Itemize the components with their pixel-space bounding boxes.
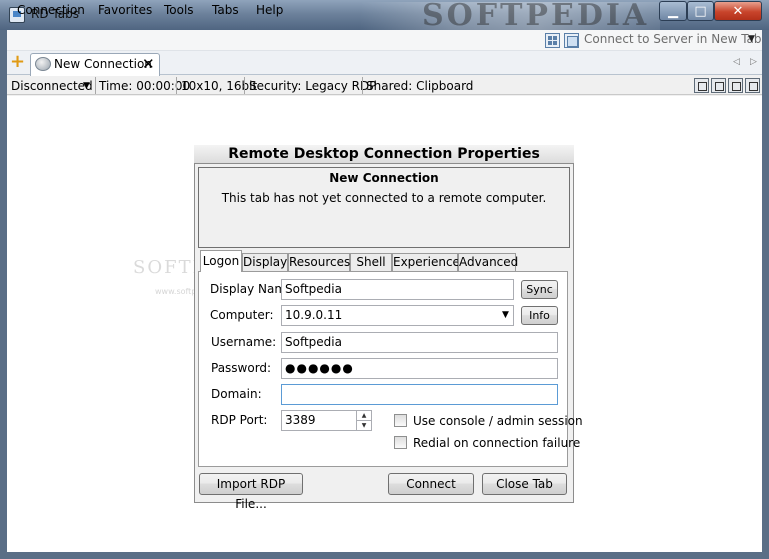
single-view-icon[interactable]	[564, 33, 579, 48]
divider	[95, 77, 96, 94]
close-window-button[interactable]: ✕	[714, 1, 762, 21]
password-field[interactable]: ●●●●●●	[281, 358, 558, 379]
sync-button[interactable]: Sync	[521, 280, 558, 299]
maximize-button[interactable]: □	[687, 1, 714, 21]
display-name-field[interactable]: Softpedia	[281, 279, 514, 300]
divider	[362, 77, 363, 94]
password-label: Password:	[211, 361, 272, 375]
spin-down-icon[interactable]: ▼	[356, 420, 371, 430]
info-title: New Connection	[329, 171, 439, 185]
refresh-icon[interactable]	[728, 78, 743, 93]
tab-logon[interactable]: Logon	[200, 250, 242, 272]
close-tab-button[interactable]: Close Tab	[482, 473, 567, 495]
security-info: Security: Legacy RDP	[249, 79, 377, 93]
close-icon[interactable]: ✕	[142, 55, 155, 73]
chevron-down-icon[interactable]: ▼	[83, 81, 90, 91]
menu-favorites[interactable]: Favorites	[98, 3, 152, 17]
info-message: This tab has not yet connected to a remo…	[221, 191, 547, 205]
connect-server-combo[interactable]: Connect to Server in New Tab	[582, 32, 762, 50]
chevron-down-icon[interactable]: ▼	[502, 310, 509, 320]
menu-tools[interactable]: Tools	[164, 3, 194, 17]
scroll-left-icon[interactable]: ◁	[733, 57, 740, 67]
redial-label: Redial on connection failure	[413, 436, 581, 450]
menu-tabs[interactable]: Tabs	[212, 3, 239, 17]
tab-advanced[interactable]: Advanced	[458, 253, 518, 271]
disconnect-icon[interactable]	[745, 78, 760, 93]
domain-field[interactable]	[281, 384, 558, 405]
computer-combo[interactable]: 10.9.0.11	[281, 305, 514, 326]
connect-button[interactable]: Connect	[388, 473, 474, 495]
dialog-title: Remote Desktop Connection Properties	[194, 145, 574, 164]
shared-info: Shared: Clipboard	[366, 79, 474, 93]
username-field[interactable]: Softpedia	[281, 332, 558, 353]
globe-icon	[35, 57, 51, 71]
connection-state-dropdown[interactable]: Disconnected	[11, 79, 93, 93]
scroll-right-icon[interactable]: ▷	[750, 57, 757, 67]
new-tab-button[interactable]: +	[9, 53, 26, 71]
title-watermark: SOFTPEDIA	[422, 0, 650, 33]
info-button[interactable]: Info	[521, 306, 558, 325]
tab-label: New Connection	[54, 57, 152, 71]
username-label: Username:	[211, 335, 277, 349]
fullscreen-icon[interactable]	[694, 78, 709, 93]
tab-display[interactable]: Display	[242, 253, 288, 271]
redial-checkbox[interactable]	[394, 436, 407, 449]
import-rdp-button[interactable]: Import RDP File...	[199, 473, 303, 511]
menu-connection[interactable]: Connection	[17, 3, 85, 17]
spin-up-icon[interactable]: ▲	[356, 411, 371, 420]
computer-label: Computer:	[210, 308, 274, 322]
chevron-down-icon[interactable]: ▼	[748, 34, 755, 44]
rdp-port-label: RDP Port:	[211, 413, 268, 427]
tab-new-connection[interactable]: New Connection ✕	[30, 53, 160, 76]
tab-resources[interactable]: Resources	[288, 253, 350, 271]
console-session-checkbox[interactable]	[394, 414, 407, 427]
minimize-button[interactable]: ▁	[659, 1, 687, 21]
divider	[244, 77, 245, 94]
tab-shell[interactable]: Shell	[350, 253, 392, 271]
domain-label: Domain:	[211, 387, 262, 401]
console-session-label: Use console / admin session	[413, 414, 583, 428]
divider	[176, 77, 177, 94]
resolution-info: 10x10, 16bit	[181, 79, 258, 93]
menu-help[interactable]: Help	[256, 3, 283, 17]
tile-view-icon[interactable]	[545, 33, 560, 48]
tab-experience[interactable]: Experience	[392, 253, 460, 271]
fit-window-icon[interactable]	[711, 78, 726, 93]
